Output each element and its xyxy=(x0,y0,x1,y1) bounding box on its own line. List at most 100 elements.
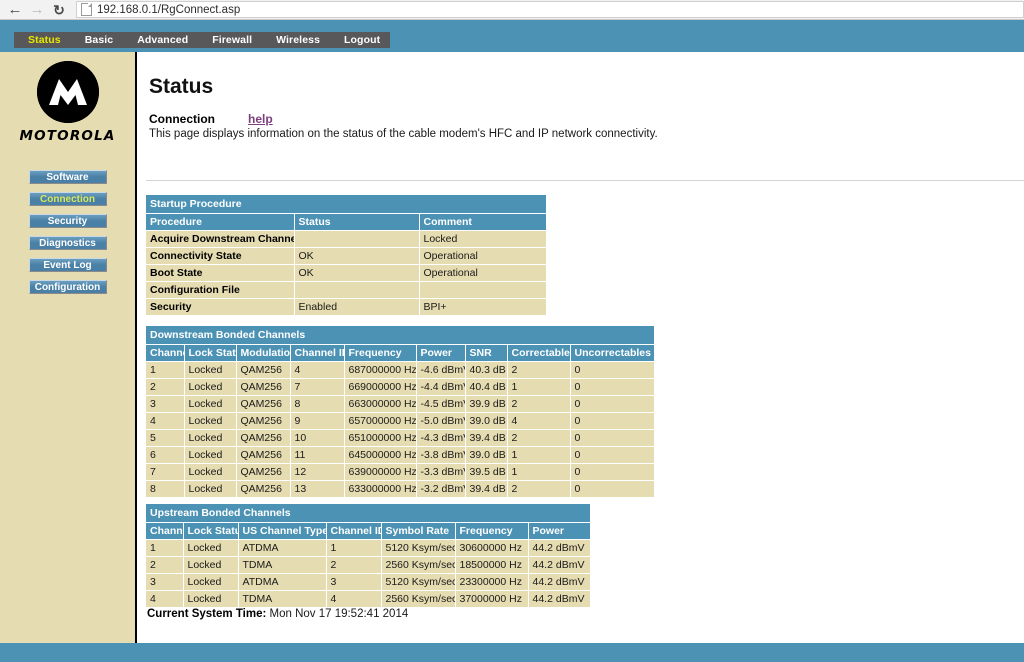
help-link[interactable]: help xyxy=(248,112,273,126)
sidebar-item-software[interactable]: Software xyxy=(28,170,107,184)
table-cell: 0 xyxy=(570,429,654,447)
table-cell: Operational xyxy=(419,247,546,265)
table-cell: -4.6 dBmV xyxy=(416,361,466,379)
table-cell: 23300000 Hz xyxy=(455,573,529,591)
table-row: 3 Locked ATDMA 3 5120 Ksym/sec 23300000 Hz 44.… xyxy=(146,573,590,591)
table-row: 7LockedQAM25612639000000 Hz-3.3 dBmV39.5… xyxy=(146,463,654,481)
table-cell xyxy=(294,230,420,248)
table-cell: -4.4 dBmV xyxy=(416,378,466,396)
table-cell: Acquire Downstream Channel xyxy=(146,230,295,248)
column-header-power: Power xyxy=(416,345,466,362)
table-cell: QAM256 xyxy=(236,395,291,413)
table-cell: -4.3 dBmV xyxy=(416,429,466,447)
table-cell: 2 xyxy=(146,378,185,396)
table-cell: 0 xyxy=(570,446,654,464)
table-cell: 2560 Ksym/sec xyxy=(381,590,456,608)
table-cell: 645000000 Hz xyxy=(344,446,417,464)
page-footer xyxy=(0,643,1024,662)
table-header-row: Channel Lock Status Modulation Channel I… xyxy=(146,345,654,362)
system-time-label: Current System Time: xyxy=(147,608,267,620)
sidebar-item-configuration[interactable]: Configuration xyxy=(28,280,107,294)
nav-item-status[interactable]: Status xyxy=(28,34,61,46)
table-cell: 669000000 Hz xyxy=(344,378,417,396)
table-cell xyxy=(419,281,546,299)
table-cell: 7 xyxy=(290,378,345,396)
nav-item-firewall[interactable]: Firewall xyxy=(212,34,252,46)
column-header-uncorrectables: Uncorrectables xyxy=(570,345,654,362)
table-row: 4LockedQAM2569657000000 Hz-5.0 dBmV39.0 … xyxy=(146,412,654,430)
nav-item-advanced[interactable]: Advanced xyxy=(137,34,188,46)
table-cell: 44.2 dBmV xyxy=(528,539,590,557)
nav-item-logout[interactable]: Logout xyxy=(344,34,380,46)
table-cell: Locked xyxy=(184,429,237,447)
reload-icon[interactable]: ↻ xyxy=(48,1,70,19)
table-cell: 6 xyxy=(146,446,185,464)
table-cell: QAM256 xyxy=(236,412,291,430)
page-document-icon xyxy=(81,3,92,16)
table-cell: Locked xyxy=(184,395,237,413)
address-bar[interactable]: 192.168.0.1/RgConnect.asp xyxy=(76,1,1024,18)
table-cell: 4 xyxy=(290,361,345,379)
page-body: MOTOROLA Software Connection Security Di… xyxy=(0,52,1024,643)
page-title: Status xyxy=(149,75,214,98)
table-cell: 8 xyxy=(146,480,185,498)
table-cell: 663000000 Hz xyxy=(344,395,417,413)
downstream-bonded-channels-table: Downstream Bonded Channels Channel Lock … xyxy=(146,326,654,498)
table-cell: Operational xyxy=(419,264,546,282)
upstream-table-caption: Upstream Bonded Channels xyxy=(146,504,590,523)
forward-arrow-icon: → xyxy=(29,1,45,18)
table-cell: 30600000 Hz xyxy=(455,539,529,557)
section-header: Connection help xyxy=(149,112,1024,126)
column-header-correctables: Correctables xyxy=(507,345,571,362)
table-cell: ATDMA xyxy=(238,539,327,557)
startup-procedure-table: Startup Procedure Procedure Status Comme… xyxy=(146,195,546,316)
table-cell: QAM256 xyxy=(236,480,291,498)
table-cell: 10 xyxy=(290,429,345,447)
table-header-row: Procedure Status Comment xyxy=(146,214,546,231)
table-cell: 0 xyxy=(570,412,654,430)
table-row: 5LockedQAM25610651000000 Hz-4.3 dBmV39.4… xyxy=(146,429,654,447)
table-row: 2LockedQAM2567669000000 Hz-4.4 dBmV40.4 … xyxy=(146,378,654,396)
table-header-row: Channel Lock Status US Channel Type Chan… xyxy=(146,523,590,540)
column-header-modulation: Modulation xyxy=(236,345,291,362)
table-cell: Locked xyxy=(183,590,239,608)
table-cell: 39.0 dB xyxy=(465,412,508,430)
nav-item-wireless[interactable]: Wireless xyxy=(276,34,320,46)
table-cell: Locked xyxy=(184,361,237,379)
table-cell: OK xyxy=(294,264,420,282)
table-cell: Security xyxy=(146,298,295,316)
table-cell: QAM256 xyxy=(236,378,291,396)
startup-table-body: Acquire Downstream Channel Locked Connecti… xyxy=(146,230,546,316)
table-cell: 40.4 dB xyxy=(465,378,508,396)
table-cell: 5 xyxy=(146,429,185,447)
nav-item-basic[interactable]: Basic xyxy=(85,34,114,46)
table-cell: 2 xyxy=(507,395,571,413)
table-cell: Locked xyxy=(184,446,237,464)
table-cell: 0 xyxy=(570,395,654,413)
sidebar-item-connection[interactable]: Connection xyxy=(28,192,107,206)
table-cell: Locked xyxy=(183,539,239,557)
table-cell: 633000000 Hz xyxy=(344,480,417,498)
upstream-bonded-channels-table: Upstream Bonded Channels Channel Lock St… xyxy=(146,504,590,608)
table-row: Acquire Downstream Channel Locked xyxy=(146,230,546,248)
column-header-comment: Comment xyxy=(419,214,546,231)
table-cell: 44.2 dBmV xyxy=(528,573,590,591)
table-cell: -3.8 dBmV xyxy=(416,446,466,464)
sidebar-item-security[interactable]: Security xyxy=(28,214,107,228)
back-arrow-icon[interactable]: ← xyxy=(4,1,26,19)
sidebar-item-diagnostics[interactable]: Diagnostics xyxy=(28,236,107,250)
browser-nav-buttons: ← → ↻ xyxy=(0,1,70,19)
motorola-batwing-icon xyxy=(36,61,99,123)
table-cell: 2 xyxy=(507,361,571,379)
column-header-lock-status: Lock Status xyxy=(184,345,237,362)
table-cell: Locked xyxy=(184,412,237,430)
column-header-frequency: Frequency xyxy=(344,345,417,362)
table-cell: 39.4 dB xyxy=(465,429,508,447)
column-header-procedure: Procedure xyxy=(146,214,295,231)
table-cell: 39.4 dB xyxy=(465,480,508,498)
sidebar-item-event-log[interactable]: Event Log xyxy=(28,258,107,272)
table-cell: 4 xyxy=(507,412,571,430)
table-cell: 4 xyxy=(146,590,184,608)
table-cell: 2 xyxy=(326,556,382,574)
top-navigation: Status Basic Advanced Firewall Wireless … xyxy=(14,32,391,48)
